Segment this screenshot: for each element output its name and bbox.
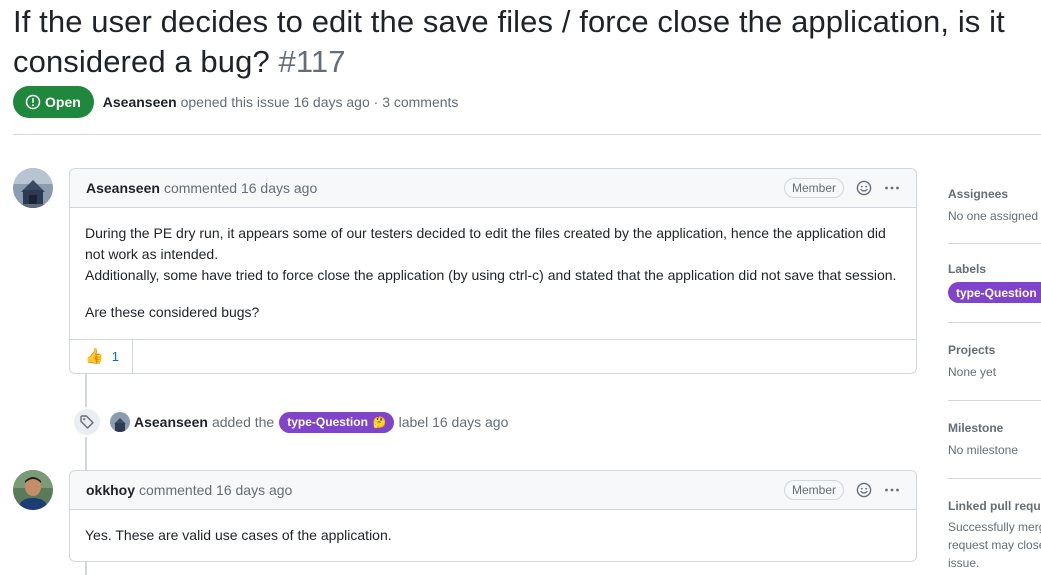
sidebar-labels: Labels type-Question 🤔 <box>948 244 1041 322</box>
comment-paragraph: During the PE dry run, it appears some o… <box>85 225 886 262</box>
avatar-aseanseen[interactable] <box>13 168 53 208</box>
avatar-image <box>110 412 130 432</box>
issue-number: #117 <box>278 44 346 79</box>
issue-meta-suffix: opened this issue 16 days ago · 3 commen… <box>180 94 459 110</box>
labels-title[interactable]: Labels <box>948 262 1041 276</box>
sidebar-milestone: Milestone No milestone <box>948 401 1041 478</box>
event-prefix: added the <box>211 414 275 430</box>
comment-body: Yes. These are valid use cases of the ap… <box>70 510 916 561</box>
thumbs-up-icon: 👍 <box>85 348 104 365</box>
sidebar-projects: Projects None yet <box>948 323 1041 400</box>
thinking-face-icon: 🤔 <box>372 416 387 429</box>
milestone-value: No milestone <box>948 443 1019 457</box>
comment-timestamp[interactable]: commented 16 days ago <box>139 482 292 498</box>
comment-paragraph: Yes. These are valid use cases of the ap… <box>85 527 392 543</box>
linked-prs-value: Successfully merging a pull request may … <box>948 520 1041 570</box>
reaction-count: 1 <box>111 348 119 364</box>
issue-title-text: If the user decides to edit the save fil… <box>13 4 1005 79</box>
sidebar-linked-prs: Linked pull requests Successfully mergin… <box>948 479 1041 572</box>
tag-icon <box>80 415 94 429</box>
milestone-title[interactable]: Milestone <box>948 421 1041 435</box>
label-pill-text: type-Question <box>287 415 368 429</box>
comment-paragraph: Additionally, some have tried to force c… <box>85 267 897 283</box>
projects-value: None yet <box>948 365 997 379</box>
smiley-icon[interactable] <box>856 180 872 196</box>
sidebar-assignees: Assignees No one assigned <box>948 170 1041 243</box>
avatar-okkhoy[interactable] <box>13 470 53 510</box>
event-actor[interactable]: Aseanseen <box>134 414 208 430</box>
member-badge: Member <box>783 480 844 500</box>
event-actor-avatar[interactable] <box>110 412 130 432</box>
comment-box: okkhoy commented 16 days ago Member Yes.… <box>69 470 917 562</box>
comment-header: Aseanseen commented 16 days ago Member <box>70 169 916 208</box>
kebab-menu-icon[interactable] <box>884 180 900 196</box>
issue-sidebar: Assignees No one assigned Labels type-Qu… <box>948 170 1041 572</box>
label-event: Aseanseen added the type-Question 🤔 labe… <box>72 406 508 438</box>
comment-author[interactable]: Aseanseen <box>86 180 160 196</box>
issue-meta: Open Aseanseen opened this issue 16 days… <box>13 86 458 118</box>
comment-author[interactable]: okkhoy <box>86 482 135 498</box>
assignees-value: No one assigned <box>948 209 1039 223</box>
comment-timestamp[interactable]: commented 16 days ago <box>164 180 317 196</box>
smiley-icon[interactable] <box>856 482 872 498</box>
comment-header: okkhoy commented 16 days ago Member <box>70 471 916 510</box>
projects-title[interactable]: Projects <box>948 343 1041 357</box>
member-badge: Member <box>783 178 844 198</box>
state-badge: Open <box>13 86 94 118</box>
issue-title: If the user decides to edit the save fil… <box>13 2 1041 82</box>
comment-box: Aseanseen commented 16 days ago Member D… <box>69 168 917 374</box>
label-pill-type-question[interactable]: type-Question 🤔 <box>279 411 394 433</box>
comment-body: During the PE dry run, it appears some o… <box>70 208 916 339</box>
header-divider <box>13 134 1041 135</box>
kebab-menu-icon[interactable] <box>884 482 900 498</box>
tag-icon-circle <box>72 407 102 437</box>
sidebar-label-type-question[interactable]: type-Question 🤔 <box>948 282 1041 303</box>
issue-author-link[interactable]: Aseanseen <box>103 94 177 110</box>
event-suffix: label 16 days ago <box>398 414 509 430</box>
issue-open-icon <box>25 94 41 110</box>
avatar-image <box>13 168 53 208</box>
thumbs-up-reaction[interactable]: 👍 1 <box>70 339 133 373</box>
issue-meta-text: Aseanseen opened this issue 16 days ago … <box>103 94 459 110</box>
state-label: Open <box>45 94 81 110</box>
assignees-title[interactable]: Assignees <box>948 187 1041 201</box>
comment-paragraph: Are these considered bugs? <box>85 304 260 320</box>
reactions-bar: 👍 1 <box>70 339 916 373</box>
linked-prs-title: Linked pull requests <box>948 499 1041 513</box>
avatar-image <box>13 470 53 510</box>
